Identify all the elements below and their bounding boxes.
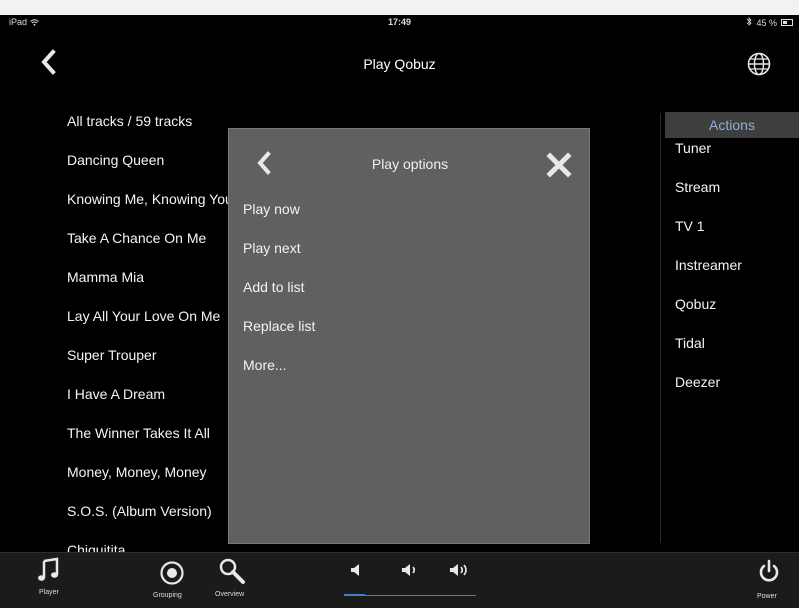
speaker-high-icon: [450, 564, 467, 576]
globe-icon: [747, 52, 771, 76]
search-icon: [219, 558, 245, 584]
list-item[interactable]: Mamma Mia: [67, 269, 144, 285]
battery-icon: [781, 19, 793, 26]
power-label: Power: [757, 593, 777, 600]
option-add-to-list[interactable]: Add to list: [243, 279, 304, 295]
overview-label: Overview: [215, 591, 245, 598]
list-item[interactable]: Knowing Me, Knowing You: [67, 191, 233, 207]
volume-down-button[interactable]: [400, 562, 420, 578]
player-button[interactable]: [36, 557, 62, 583]
list-item[interactable]: Take A Chance On Me: [67, 230, 206, 246]
globe-button[interactable]: [746, 51, 772, 77]
action-item-qobuz[interactable]: Qobuz: [675, 296, 716, 312]
action-item-tidal[interactable]: Tidal: [675, 335, 705, 351]
player-label: Player: [39, 589, 59, 596]
close-icon: [546, 152, 572, 178]
popup-title: Play options: [371, 156, 449, 172]
list-item-all-tracks[interactable]: All tracks / 59 tracks: [67, 113, 192, 129]
app-screen: iPad 17:49 45 % Play Qobuz All tracks / …: [0, 15, 799, 608]
overview-button[interactable]: [218, 557, 246, 585]
bluetooth-icon: [746, 17, 753, 28]
list-item[interactable]: Super Trouper: [67, 347, 157, 363]
list-item[interactable]: S.O.S. (Album Version): [67, 503, 212, 519]
action-item-tv1[interactable]: TV 1: [675, 218, 705, 234]
battery-percent: 45 %: [756, 17, 777, 28]
grouping-label: Grouping: [153, 592, 182, 599]
volume-slider[interactable]: [344, 594, 476, 596]
list-item[interactable]: Lay All Your Love On Me: [67, 308, 220, 324]
play-options-popup: Play options Play now Play next Add to l…: [228, 128, 590, 544]
list-item[interactable]: The Winner Takes It All: [67, 425, 210, 441]
volume-level: [344, 594, 365, 596]
status-time: 17:49: [387, 17, 412, 27]
speaker-mute-icon: [351, 564, 359, 576]
action-item-stream[interactable]: Stream: [675, 179, 720, 195]
list-item[interactable]: Dancing Queen: [67, 152, 164, 168]
list-item[interactable]: Money, Money, Money: [67, 464, 207, 480]
status-right: 45 %: [746, 17, 793, 28]
popup-close-button[interactable]: [545, 151, 573, 179]
option-replace-list[interactable]: Replace list: [243, 318, 315, 334]
option-play-now[interactable]: Play now: [243, 201, 300, 217]
power-icon: [759, 559, 779, 582]
bottom-toolbar: Player Grouping Overview Power: [0, 552, 799, 608]
volume-mute-button[interactable]: [349, 562, 363, 578]
power-button[interactable]: [757, 559, 781, 585]
option-play-next[interactable]: Play next: [243, 240, 301, 256]
music-note-icon: [38, 557, 59, 581]
status-bar: iPad 17:49 45 %: [0, 15, 799, 30]
header: Play Qobuz: [0, 30, 799, 96]
list-item[interactable]: I Have A Dream: [67, 386, 165, 402]
action-item-deezer[interactable]: Deezer: [675, 374, 720, 390]
actions-header: Actions: [665, 112, 799, 138]
grouping-button[interactable]: [159, 560, 185, 586]
record-icon: [160, 561, 184, 585]
action-item-instreamer[interactable]: Instreamer: [675, 257, 742, 273]
speaker-low-icon: [402, 564, 416, 576]
volume-up-button[interactable]: [448, 562, 472, 578]
sidebar-divider: [660, 113, 661, 543]
option-more[interactable]: More...: [243, 357, 287, 373]
action-item-tuner[interactable]: Tuner: [675, 140, 711, 156]
page-title: Play Qobuz: [363, 56, 436, 72]
